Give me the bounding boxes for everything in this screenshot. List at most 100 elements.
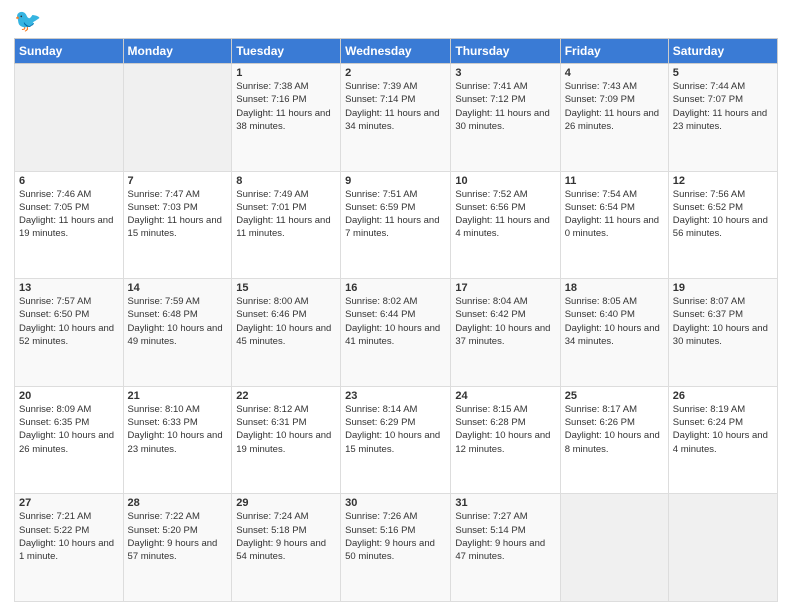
daylight-text: Daylight: 11 hours and 34 minutes. xyxy=(345,107,446,134)
day-number: 10 xyxy=(455,175,555,187)
daylight-text: Daylight: 10 hours and 1 minute. xyxy=(19,537,119,564)
weekday-header-wednesday: Wednesday xyxy=(341,39,451,64)
day-number: 26 xyxy=(673,390,773,402)
calendar-cell xyxy=(15,64,124,172)
day-info: Sunrise: 8:09 AMSunset: 6:35 PMDaylight:… xyxy=(19,403,119,456)
daylight-text: Daylight: 11 hours and 38 minutes. xyxy=(236,107,336,134)
sunrise-text: Sunrise: 8:12 AM xyxy=(236,403,336,416)
weekday-header-sunday: Sunday xyxy=(15,39,124,64)
sunset-text: Sunset: 6:50 PM xyxy=(19,308,119,321)
sunset-text: Sunset: 5:18 PM xyxy=(236,524,336,537)
calendar-cell: 15Sunrise: 8:00 AMSunset: 6:46 PMDayligh… xyxy=(232,279,341,387)
day-number: 15 xyxy=(236,282,336,294)
day-number: 30 xyxy=(345,497,446,509)
calendar-cell: 16Sunrise: 8:02 AMSunset: 6:44 PMDayligh… xyxy=(341,279,451,387)
day-number: 21 xyxy=(128,390,228,402)
calendar-cell: 20Sunrise: 8:09 AMSunset: 6:35 PMDayligh… xyxy=(15,386,124,494)
day-info: Sunrise: 8:12 AMSunset: 6:31 PMDaylight:… xyxy=(236,403,336,456)
day-info: Sunrise: 7:46 AMSunset: 7:05 PMDaylight:… xyxy=(19,188,119,241)
day-info: Sunrise: 7:38 AMSunset: 7:16 PMDaylight:… xyxy=(236,80,336,133)
sunset-text: Sunset: 6:54 PM xyxy=(565,201,664,214)
day-number: 17 xyxy=(455,282,555,294)
day-info: Sunrise: 7:39 AMSunset: 7:14 PMDaylight:… xyxy=(345,80,446,133)
day-number: 14 xyxy=(128,282,228,294)
calendar-cell: 21Sunrise: 8:10 AMSunset: 6:33 PMDayligh… xyxy=(123,386,232,494)
weekday-header-friday: Friday xyxy=(560,39,668,64)
day-number: 16 xyxy=(345,282,446,294)
sunrise-text: Sunrise: 8:05 AM xyxy=(565,295,664,308)
day-number: 9 xyxy=(345,175,446,187)
day-number: 20 xyxy=(19,390,119,402)
sunset-text: Sunset: 5:20 PM xyxy=(128,524,228,537)
day-info: Sunrise: 8:14 AMSunset: 6:29 PMDaylight:… xyxy=(345,403,446,456)
sunrise-text: Sunrise: 7:52 AM xyxy=(455,188,555,201)
sunrise-text: Sunrise: 7:24 AM xyxy=(236,510,336,523)
page: 🐦 SundayMondayTuesdayWednesdayThursdayFr… xyxy=(0,0,792,612)
daylight-text: Daylight: 9 hours and 57 minutes. xyxy=(128,537,228,564)
day-info: Sunrise: 7:47 AMSunset: 7:03 PMDaylight:… xyxy=(128,188,228,241)
daylight-text: Daylight: 9 hours and 54 minutes. xyxy=(236,537,336,564)
calendar-cell: 27Sunrise: 7:21 AMSunset: 5:22 PMDayligh… xyxy=(15,494,124,602)
calendar-cell: 19Sunrise: 8:07 AMSunset: 6:37 PMDayligh… xyxy=(668,279,777,387)
sunrise-text: Sunrise: 7:59 AM xyxy=(128,295,228,308)
sunrise-text: Sunrise: 8:14 AM xyxy=(345,403,446,416)
day-number: 1 xyxy=(236,67,336,79)
header-row: SundayMondayTuesdayWednesdayThursdayFrid… xyxy=(15,39,778,64)
daylight-text: Daylight: 10 hours and 4 minutes. xyxy=(673,429,773,456)
daylight-text: Daylight: 11 hours and 0 minutes. xyxy=(565,214,664,241)
weekday-header-tuesday: Tuesday xyxy=(232,39,341,64)
day-info: Sunrise: 7:22 AMSunset: 5:20 PMDaylight:… xyxy=(128,510,228,563)
sunrise-text: Sunrise: 7:22 AM xyxy=(128,510,228,523)
day-number: 18 xyxy=(565,282,664,294)
sunset-text: Sunset: 6:24 PM xyxy=(673,416,773,429)
day-number: 11 xyxy=(565,175,664,187)
calendar-cell: 29Sunrise: 7:24 AMSunset: 5:18 PMDayligh… xyxy=(232,494,341,602)
day-number: 25 xyxy=(565,390,664,402)
calendar-header: SundayMondayTuesdayWednesdayThursdayFrid… xyxy=(15,39,778,64)
calendar-cell: 4Sunrise: 7:43 AMSunset: 7:09 PMDaylight… xyxy=(560,64,668,172)
weekday-header-saturday: Saturday xyxy=(668,39,777,64)
day-number: 13 xyxy=(19,282,119,294)
sunrise-text: Sunrise: 7:43 AM xyxy=(565,80,664,93)
day-number: 12 xyxy=(673,175,773,187)
calendar-cell: 14Sunrise: 7:59 AMSunset: 6:48 PMDayligh… xyxy=(123,279,232,387)
sunrise-text: Sunrise: 8:17 AM xyxy=(565,403,664,416)
day-number: 28 xyxy=(128,497,228,509)
day-info: Sunrise: 7:57 AMSunset: 6:50 PMDaylight:… xyxy=(19,295,119,348)
sunset-text: Sunset: 6:42 PM xyxy=(455,308,555,321)
daylight-text: Daylight: 11 hours and 19 minutes. xyxy=(19,214,119,241)
daylight-text: Daylight: 10 hours and 19 minutes. xyxy=(236,429,336,456)
sunrise-text: Sunrise: 7:38 AM xyxy=(236,80,336,93)
day-number: 5 xyxy=(673,67,773,79)
sunrise-text: Sunrise: 8:00 AM xyxy=(236,295,336,308)
calendar-cell: 11Sunrise: 7:54 AMSunset: 6:54 PMDayligh… xyxy=(560,171,668,279)
day-info: Sunrise: 7:56 AMSunset: 6:52 PMDaylight:… xyxy=(673,188,773,241)
day-number: 7 xyxy=(128,175,228,187)
daylight-text: Daylight: 10 hours and 15 minutes. xyxy=(345,429,446,456)
calendar-cell: 3Sunrise: 7:41 AMSunset: 7:12 PMDaylight… xyxy=(451,64,560,172)
sunrise-text: Sunrise: 7:26 AM xyxy=(345,510,446,523)
calendar-cell: 10Sunrise: 7:52 AMSunset: 6:56 PMDayligh… xyxy=(451,171,560,279)
calendar-cell: 23Sunrise: 8:14 AMSunset: 6:29 PMDayligh… xyxy=(341,386,451,494)
sunrise-text: Sunrise: 7:56 AM xyxy=(673,188,773,201)
sunset-text: Sunset: 6:40 PM xyxy=(565,308,664,321)
daylight-text: Daylight: 11 hours and 7 minutes. xyxy=(345,214,446,241)
daylight-text: Daylight: 10 hours and 34 minutes. xyxy=(565,322,664,349)
day-number: 8 xyxy=(236,175,336,187)
sunrise-text: Sunrise: 7:57 AM xyxy=(19,295,119,308)
calendar-body: 1Sunrise: 7:38 AMSunset: 7:16 PMDaylight… xyxy=(15,64,778,602)
day-number: 31 xyxy=(455,497,555,509)
sunset-text: Sunset: 7:14 PM xyxy=(345,93,446,106)
daylight-text: Daylight: 10 hours and 52 minutes. xyxy=(19,322,119,349)
calendar-cell: 31Sunrise: 7:27 AMSunset: 5:14 PMDayligh… xyxy=(451,494,560,602)
daylight-text: Daylight: 9 hours and 47 minutes. xyxy=(455,537,555,564)
day-info: Sunrise: 7:59 AMSunset: 6:48 PMDaylight:… xyxy=(128,295,228,348)
daylight-text: Daylight: 10 hours and 30 minutes. xyxy=(673,322,773,349)
sunset-text: Sunset: 7:05 PM xyxy=(19,201,119,214)
day-number: 29 xyxy=(236,497,336,509)
sunrise-text: Sunrise: 8:07 AM xyxy=(673,295,773,308)
weekday-header-thursday: Thursday xyxy=(451,39,560,64)
sunset-text: Sunset: 6:56 PM xyxy=(455,201,555,214)
daylight-text: Daylight: 10 hours and 45 minutes. xyxy=(236,322,336,349)
day-info: Sunrise: 7:54 AMSunset: 6:54 PMDaylight:… xyxy=(565,188,664,241)
